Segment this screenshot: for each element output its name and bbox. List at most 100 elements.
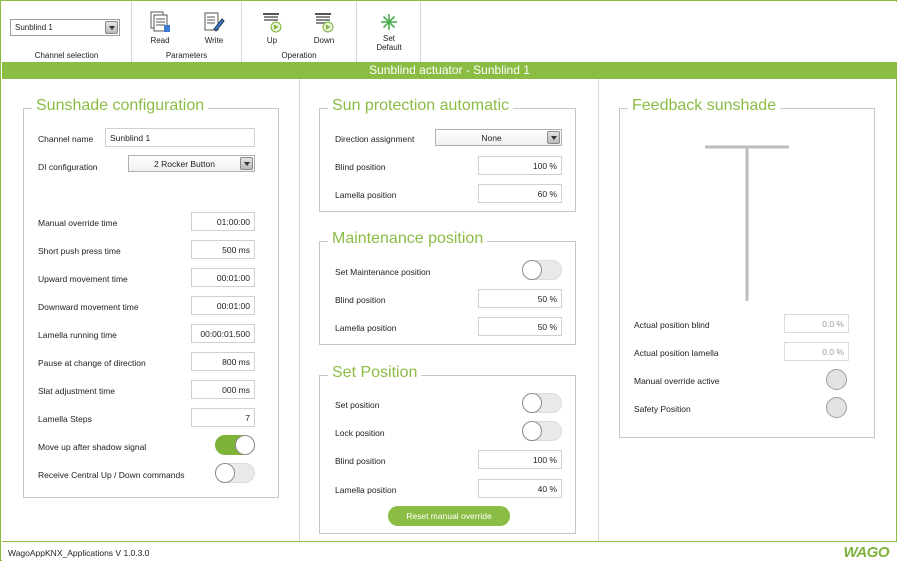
column-divider <box>598 79 599 541</box>
page-title: Sunblind actuator - Sunblind 1 <box>2 62 897 79</box>
lock-position-toggle[interactable] <box>522 421 562 441</box>
set-default-group: Set Default <box>357 2 421 62</box>
set-default-label: Set Default <box>371 34 407 52</box>
manual-override-time-label: Manual override time <box>38 218 118 228</box>
sun-blind-position-input[interactable]: 100 % <box>478 156 562 175</box>
app-version: WagoAppKNX_Applications V 1.0.3.0 <box>8 548 150 558</box>
sunshade-configuration-legend: Sunshade configuration <box>32 97 209 115</box>
maintenance-blind-position-input[interactable]: 50 % <box>478 289 562 308</box>
set-default-label-line2: Default <box>376 43 402 52</box>
maintenance-lamella-position-label: Lamella position <box>335 323 397 333</box>
di-configuration-select[interactable]: 2 Rocker Button <box>128 155 255 172</box>
parameters-group: Read Write Parameters <box>132 2 242 62</box>
read-icon <box>150 11 170 32</box>
read-label: Read <box>150 36 170 45</box>
down-button[interactable]: Down <box>306 11 342 51</box>
upward-movement-time-label: Upward movement time <box>38 274 128 284</box>
channel-selection-group: Sunblind 1 Channel selection <box>2 2 132 62</box>
set-default-button[interactable]: Set Default <box>371 11 407 52</box>
write-button[interactable]: Write <box>196 11 232 51</box>
set-position-toggle[interactable] <box>522 393 562 413</box>
chevron-down-icon[interactable] <box>547 131 560 144</box>
upward-movement-time-input[interactable]: 00:01:00 <box>191 268 255 287</box>
reset-manual-override-button[interactable]: Reset manual override <box>388 506 510 526</box>
channel-select[interactable]: Sunblind 1 <box>10 19 120 36</box>
channel-select-value: Sunblind 1 <box>15 23 53 32</box>
manual-override-time-input[interactable]: 01:00:00 <box>191 212 255 231</box>
read-button[interactable]: Read <box>142 11 178 51</box>
manual-override-active-label: Manual override active <box>634 376 720 386</box>
direction-assignment-select[interactable]: None <box>435 129 562 146</box>
toolbar: Sunblind 1 Channel selection Read Write … <box>2 2 897 62</box>
direction-assignment-label: Direction assignment <box>335 134 415 144</box>
lamella-running-time-input[interactable]: 00:00:01.500 <box>191 324 255 343</box>
up-label: Up <box>266 36 278 45</box>
set-position-legend: Set Position <box>328 364 422 382</box>
direction-assignment-value: None <box>481 133 502 143</box>
set-default-icon <box>381 14 397 30</box>
di-configuration-value: 2 Rocker Button <box>154 159 215 169</box>
actual-position-lamella-label: Actual position lamella <box>634 348 719 358</box>
set-lamella-position-input[interactable]: 40 % <box>478 479 562 498</box>
lock-position-label: Lock position <box>335 428 385 438</box>
chevron-down-icon[interactable] <box>240 157 253 170</box>
blind-position-indicator <box>705 145 789 301</box>
safety-position-indicator <box>826 397 847 418</box>
toggle-knob <box>235 435 255 455</box>
down-label: Down <box>313 36 335 45</box>
channel-selection-label: Channel selection <box>34 51 99 60</box>
sun-blind-position-label: Blind position <box>335 162 386 172</box>
pause-change-direction-label: Pause at change of direction <box>38 358 146 368</box>
write-icon <box>204 12 225 32</box>
downward-movement-time-label: Downward movement time <box>38 302 139 312</box>
lamella-running-time-label: Lamella running time <box>38 330 117 340</box>
app-window: Sunblind 1 Channel selection Read Write … <box>0 0 897 561</box>
actual-position-blind-label: Actual position blind <box>634 320 710 330</box>
sun-protection-legend: Sun protection automatic <box>328 97 513 115</box>
manual-override-indicator <box>826 369 847 390</box>
lamella-steps-input[interactable]: 7 <box>191 408 255 427</box>
toggle-knob <box>522 260 542 280</box>
maintenance-lamella-position-input[interactable]: 50 % <box>478 317 562 336</box>
sun-lamella-position-label: Lamella position <box>335 190 397 200</box>
status-bar: WagoAppKNX_Applications V 1.0.3.0 WAGO <box>2 541 897 561</box>
lamella-steps-label: Lamella Steps <box>38 414 92 424</box>
set-maintenance-label: Set Maintenance position <box>335 267 431 277</box>
chevron-down-icon[interactable] <box>105 21 118 34</box>
column-divider <box>299 79 300 541</box>
wago-logo: WAGO <box>843 544 890 561</box>
up-button[interactable]: Up <box>254 11 290 51</box>
toggle-knob <box>215 463 235 483</box>
sun-lamella-position-input[interactable]: 60 % <box>478 184 562 203</box>
receive-central-label: Receive Central Up / Down commands <box>38 470 185 480</box>
set-blind-position-input[interactable]: 100 % <box>478 450 562 469</box>
move-up-after-shadow-toggle[interactable] <box>215 435 255 455</box>
receive-central-toggle[interactable] <box>215 463 255 483</box>
set-position-label: Set position <box>335 400 380 410</box>
di-configuration-label: DI configuration <box>38 162 98 172</box>
safety-position-label: Safety Position <box>634 404 691 414</box>
blind-down-icon <box>315 13 334 33</box>
write-label: Write <box>204 36 224 45</box>
set-default-label-line1: Set <box>382 34 395 43</box>
set-lamella-position-label: Lamella position <box>335 485 397 495</box>
set-maintenance-toggle[interactable] <box>522 260 562 280</box>
toggle-knob <box>522 393 542 413</box>
actual-position-lamella-value: 0.0 % <box>784 342 849 361</box>
pause-change-direction-input[interactable]: 800 ms <box>191 352 255 371</box>
blind-up-icon <box>263 13 282 33</box>
operation-label: Operation <box>281 51 317 60</box>
downward-movement-time-input[interactable]: 00:01:00 <box>191 296 255 315</box>
short-push-press-time-label: Short push press time <box>38 246 121 256</box>
short-push-press-time-input[interactable]: 500 ms <box>191 240 255 259</box>
parameters-label: Parameters <box>165 51 208 60</box>
toggle-knob <box>522 421 542 441</box>
channel-name-input[interactable]: Sunblind 1 <box>105 128 255 147</box>
slat-adjustment-time-label: Slat adjustment time <box>38 386 116 396</box>
maintenance-legend: Maintenance position <box>328 230 488 248</box>
slat-adjustment-time-input[interactable]: 000 ms <box>191 380 255 399</box>
channel-name-label: Channel name <box>38 134 94 144</box>
move-up-after-shadow-label: Move up after shadow signal <box>38 442 147 452</box>
maintenance-blind-position-label: Blind position <box>335 295 386 305</box>
operation-group: Up Down Operation <box>242 2 357 62</box>
